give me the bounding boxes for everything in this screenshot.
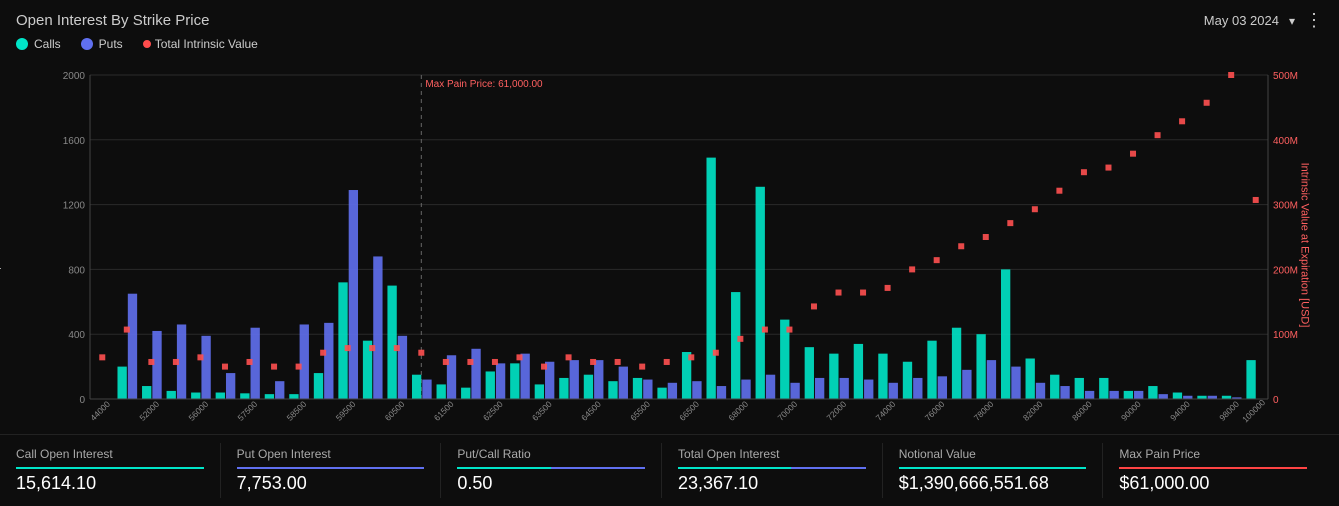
svg-text:78000: 78000	[972, 399, 996, 423]
legend-intrinsic: Total Intrinsic Value	[143, 37, 258, 51]
legend-calls: Calls	[16, 37, 61, 51]
total-oi-label: Total Open Interest	[678, 447, 866, 461]
svg-text:1200: 1200	[63, 201, 86, 212]
call-oi-value: 15,614.10	[16, 473, 204, 494]
svg-text:63500: 63500	[530, 399, 554, 423]
svg-text:66500: 66500	[677, 399, 701, 423]
svg-text:86000: 86000	[1070, 399, 1094, 423]
intrinsic-label: Total Intrinsic Value	[155, 37, 258, 51]
puts-label: Puts	[99, 37, 123, 51]
stat-put-oi: Put Open Interest 7,753.00	[221, 443, 442, 498]
max-pain-label: Max Pain Price	[1119, 447, 1307, 461]
svg-text:82000: 82000	[1021, 399, 1045, 423]
put-oi-value: 7,753.00	[237, 473, 425, 494]
notional-label: Notional Value	[899, 447, 1087, 461]
y-axis-left-label: Open Interest	[0, 211, 1, 278]
max-pain-value: $61,000.00	[1119, 473, 1307, 494]
svg-text:200M: 200M	[1273, 265, 1298, 276]
stat-put-call-ratio: Put/Call Ratio 0.50	[441, 443, 662, 498]
put-call-ratio-underline	[457, 467, 645, 469]
svg-text:500M: 500M	[1273, 71, 1298, 82]
more-options-icon[interactable]: ⋮	[1305, 10, 1323, 31]
footer-stats: Call Open Interest 15,614.10 Put Open In…	[0, 434, 1339, 506]
svg-text:58500: 58500	[285, 399, 309, 423]
svg-text:2000: 2000	[63, 71, 86, 82]
stat-max-pain: Max Pain Price $61,000.00	[1103, 443, 1323, 498]
svg-text:72000: 72000	[825, 399, 849, 423]
svg-text:100000: 100000	[1240, 397, 1267, 424]
header: Open Interest By Strike Price May 03 202…	[0, 0, 1339, 35]
total-oi-value: 23,367.10	[678, 473, 866, 494]
svg-text:68000: 68000	[726, 399, 750, 423]
page-title: Open Interest By Strike Price	[16, 12, 209, 29]
max-pain-underline	[1119, 467, 1307, 469]
stat-total-oi: Total Open Interest 23,367.10	[662, 443, 883, 498]
stat-call-oi: Call Open Interest 15,614.10	[16, 443, 221, 498]
notional-value: $1,390,666,551.68	[899, 473, 1087, 494]
svg-text:74000: 74000	[874, 399, 898, 423]
header-right: May 03 2024 ▾ ⋮	[1204, 10, 1323, 31]
svg-text:400M: 400M	[1273, 136, 1298, 147]
call-oi-label: Call Open Interest	[16, 447, 204, 461]
svg-text:52000: 52000	[137, 399, 161, 423]
header-date: May 03 2024	[1204, 13, 1279, 28]
svg-text:0: 0	[79, 395, 85, 406]
svg-text:Max Pain Price: 61,000.00: Max Pain Price: 61,000.00	[425, 79, 543, 90]
put-call-ratio-label: Put/Call Ratio	[457, 447, 645, 461]
svg-text:57500: 57500	[236, 399, 260, 423]
notional-underline	[899, 467, 1087, 469]
legend: Calls Puts Total Intrinsic Value	[0, 35, 1339, 55]
svg-text:0: 0	[1273, 395, 1279, 406]
svg-text:800: 800	[68, 265, 85, 276]
svg-text:100M: 100M	[1273, 330, 1298, 341]
svg-text:44000: 44000	[88, 399, 112, 423]
legend-puts: Puts	[81, 37, 123, 51]
svg-text:400: 400	[68, 330, 85, 341]
total-oi-underline	[678, 467, 866, 469]
put-oi-label: Put Open Interest	[237, 447, 425, 461]
svg-text:98000: 98000	[1217, 399, 1241, 423]
stat-notional: Notional Value $1,390,666,551.68	[883, 443, 1104, 498]
put-call-ratio-value: 0.50	[457, 473, 645, 494]
call-oi-underline	[16, 467, 204, 469]
intrinsic-dot-icon	[143, 40, 151, 48]
svg-text:94000: 94000	[1168, 399, 1192, 423]
svg-text:65500: 65500	[628, 399, 652, 423]
puts-dot-icon	[81, 38, 93, 50]
svg-text:59500: 59500	[334, 399, 358, 423]
svg-text:70000: 70000	[775, 399, 799, 423]
y-axis-right-label: Intrinsic Value at Expiration [USD]	[1299, 162, 1311, 327]
svg-text:62500: 62500	[481, 399, 505, 423]
svg-text:300M: 300M	[1273, 201, 1298, 212]
svg-text:60500: 60500	[383, 399, 407, 423]
svg-text:64500: 64500	[579, 399, 603, 423]
put-oi-underline	[237, 467, 425, 469]
chart-area: Open Interest Intrinsic Value at Expirat…	[0, 55, 1339, 434]
chevron-down-icon[interactable]: ▾	[1289, 14, 1295, 28]
svg-text:1600: 1600	[63, 136, 86, 147]
svg-text:56000: 56000	[186, 399, 210, 423]
main-container: Open Interest By Strike Price May 03 202…	[0, 0, 1339, 506]
calls-label: Calls	[34, 37, 61, 51]
svg-text:76000: 76000	[923, 399, 947, 423]
svg-text:90000: 90000	[1119, 399, 1143, 423]
chart-svg: 0 400 800 1200 1600 2000 0 100M 200M 300M 400M 500M…	[50, 55, 1323, 434]
svg-text:61500: 61500	[432, 399, 456, 423]
calls-dot-icon	[16, 38, 28, 50]
